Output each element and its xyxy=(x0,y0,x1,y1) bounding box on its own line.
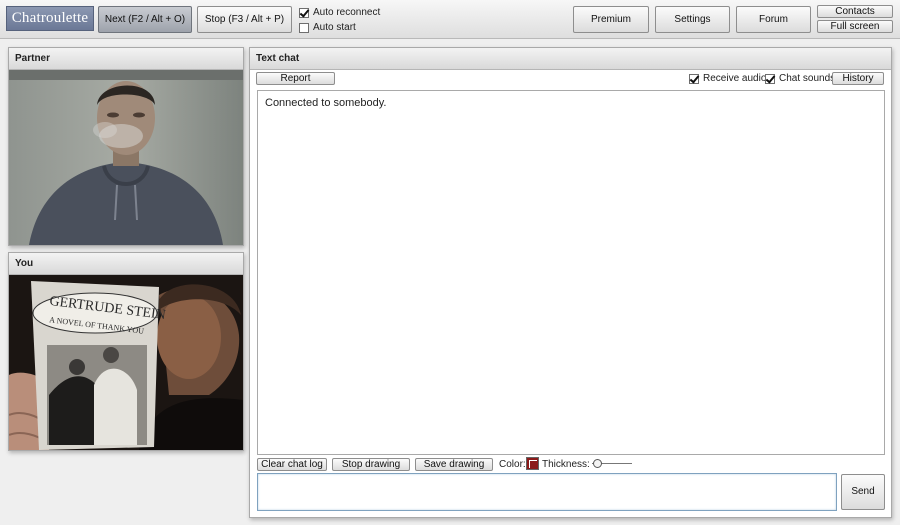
app-logo: Chatroulette xyxy=(6,6,94,31)
checkmark-icon xyxy=(765,73,775,84)
partner-video xyxy=(9,70,243,245)
premium-button[interactable]: Premium xyxy=(573,6,649,33)
auto-start-checkbox[interactable]: Auto start xyxy=(299,22,356,33)
partner-panel: Partner xyxy=(8,47,244,246)
history-button[interactable]: History xyxy=(832,72,884,85)
auto-reconnect-label: Auto reconnect xyxy=(313,7,381,18)
auto-reconnect-checkbox[interactable]: Auto reconnect xyxy=(299,7,380,18)
checkmark-icon xyxy=(689,73,699,84)
contacts-button[interactable]: Contacts xyxy=(817,5,893,18)
forum-button[interactable]: Forum xyxy=(736,6,811,33)
next-button[interactable]: Next (F2 / Alt + O) xyxy=(98,6,192,33)
top-toolbar: Chatroulette Next (F2 / Alt + O) Stop (F… xyxy=(0,0,900,39)
partner-panel-title: Partner xyxy=(9,48,243,70)
send-button[interactable]: Send xyxy=(841,474,885,510)
clear-chat-log-button[interactable]: Clear chat log xyxy=(257,458,327,471)
you-panel: You GERTRUDE STEIN A NOVEL OF THANK YOU xyxy=(8,252,244,451)
checkbox-box-icon xyxy=(299,22,309,33)
message-input[interactable] xyxy=(257,473,837,511)
fullscreen-button[interactable]: Full screen xyxy=(817,20,893,33)
save-drawing-button[interactable]: Save drawing xyxy=(415,458,493,471)
thickness-label: Thickness: xyxy=(542,459,590,470)
checkmark-icon xyxy=(299,7,309,18)
you-panel-title: You xyxy=(9,253,243,275)
auto-start-label: Auto start xyxy=(313,22,356,33)
color-swatch-icon[interactable] xyxy=(526,457,539,470)
settings-button[interactable]: Settings xyxy=(655,6,730,33)
stop-button[interactable]: Stop (F3 / Alt + P) xyxy=(197,6,292,33)
chat-panel-title: Text chat xyxy=(250,48,891,70)
chat-log[interactable]: Connected to somebody. xyxy=(257,90,885,455)
chat-sounds-checkbox[interactable]: Chat sounds xyxy=(765,73,835,84)
color-label: Color: xyxy=(499,459,526,470)
chat-message: Connected to somebody. xyxy=(265,97,387,109)
report-button[interactable]: Report xyxy=(256,72,335,85)
receive-audio-checkbox[interactable]: Receive audio xyxy=(689,73,766,84)
self-video-frame xyxy=(9,275,243,450)
partner-video-frame xyxy=(9,70,243,245)
chat-sounds-label: Chat sounds xyxy=(779,73,836,84)
slider-knob-icon[interactable] xyxy=(593,459,602,468)
stop-drawing-button[interactable]: Stop drawing xyxy=(332,458,410,471)
self-video: GERTRUDE STEIN A NOVEL OF THANK YOU xyxy=(9,275,243,450)
receive-audio-label: Receive audio xyxy=(703,73,767,84)
